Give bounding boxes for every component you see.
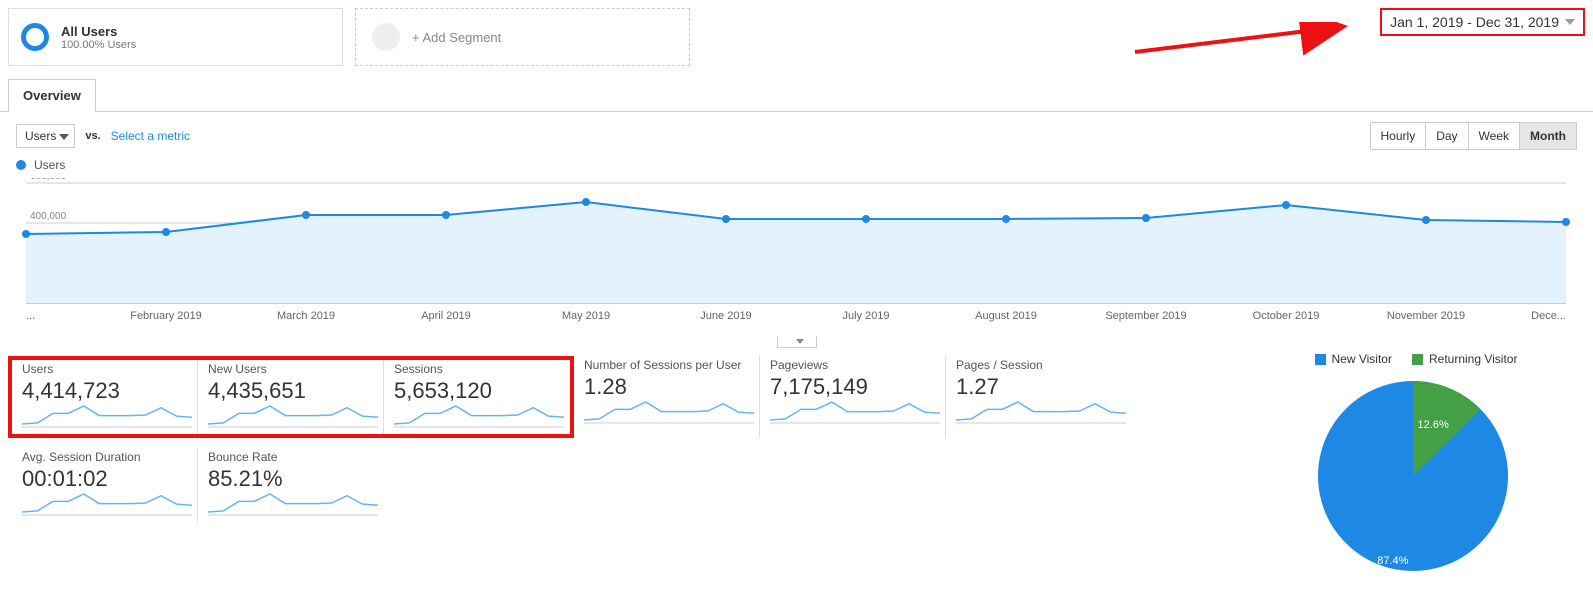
date-range-label: Jan 1, 2019 - Dec 31, 2019	[1390, 14, 1559, 30]
card-label: Users	[22, 362, 187, 378]
svg-text:March 2019: March 2019	[277, 310, 335, 322]
svg-text:12.6%: 12.6%	[1418, 419, 1449, 431]
add-segment-button[interactable]: + Add Segment	[355, 8, 690, 66]
card-value: 1.27	[956, 374, 1122, 400]
svg-text:June 2019: June 2019	[700, 310, 751, 322]
add-segment-label: + Add Segment	[412, 30, 501, 45]
segment-subtitle: 100.00% Users	[61, 39, 136, 51]
tab-overview[interactable]: Overview	[8, 79, 96, 112]
svg-text:July 2019: July 2019	[842, 310, 889, 322]
sparkline	[208, 404, 378, 428]
card-users[interactable]: Users 4,414,723	[12, 360, 198, 434]
vs-label: vs.	[85, 130, 100, 142]
card-new-users[interactable]: New Users 4,435,651	[198, 360, 384, 434]
svg-text:400,000: 400,000	[30, 211, 67, 222]
sparkline	[770, 400, 940, 424]
card-value: 4,414,723	[22, 378, 187, 404]
svg-text:87.4%: 87.4%	[1377, 555, 1408, 567]
users-line-chart[interactable]: 200,000400,000600,000February 2019March …	[16, 178, 1576, 333]
card-label: Pages / Session	[956, 358, 1122, 374]
card-sessions-per-user[interactable]: Number of Sessions per User 1.28	[574, 356, 760, 438]
card-pages-per-session[interactable]: Pages / Session 1.27	[946, 356, 1132, 438]
card-pageviews[interactable]: Pageviews 7,175,149	[760, 356, 946, 438]
card-value: 00:01:02	[22, 466, 187, 492]
svg-text:October 2019: October 2019	[1253, 310, 1320, 322]
card-value: 4,435,651	[208, 378, 373, 404]
tabs: Overview	[0, 78, 1593, 112]
card-label: Pageviews	[770, 358, 935, 374]
placeholder-circle-icon	[372, 23, 400, 51]
card-value: 85.21%	[208, 466, 374, 492]
segment-title: All Users	[61, 24, 136, 39]
segment-all-users[interactable]: All Users 100.00% Users	[8, 8, 343, 66]
sparkline	[584, 400, 754, 424]
sparkline	[208, 492, 378, 516]
svg-text:600,000: 600,000	[30, 178, 67, 182]
sparkline	[956, 400, 1126, 424]
card-label: New Users	[208, 362, 373, 378]
card-bounce-rate[interactable]: Bounce Rate 85.21%	[198, 448, 384, 522]
highlighted-metrics-box: Users 4,414,723 New Users 4,435,651 Sess…	[8, 356, 574, 438]
legend-swatch-new	[1315, 354, 1326, 365]
card-label: Avg. Session Duration	[22, 450, 187, 466]
granularity-month[interactable]: Month	[1519, 123, 1576, 149]
svg-text:May 2019: May 2019	[562, 310, 610, 322]
card-label: Number of Sessions per User	[584, 358, 749, 374]
legend-new-visitor: New Visitor	[1332, 352, 1392, 366]
segment-circle-icon	[21, 23, 49, 51]
primary-metric-dropdown[interactable]: Users	[16, 124, 75, 148]
svg-text:August 2019: August 2019	[975, 310, 1037, 322]
tab-overview-label: Overview	[23, 88, 81, 103]
chevron-down-icon	[1565, 19, 1575, 25]
card-label: Bounce Rate	[208, 450, 374, 466]
card-value: 1.28	[584, 374, 749, 400]
select-metric-link[interactable]: Select a metric	[111, 129, 190, 143]
svg-text:...: ...	[26, 310, 35, 322]
svg-text:September 2019: September 2019	[1105, 310, 1186, 322]
card-value: 7,175,149	[770, 374, 935, 400]
series-dot-icon	[16, 160, 26, 170]
date-range-picker[interactable]: Jan 1, 2019 - Dec 31, 2019	[1380, 8, 1585, 36]
legend-swatch-returning	[1412, 354, 1423, 365]
segment-text: All Users 100.00% Users	[61, 24, 136, 51]
visitor-pie-chart[interactable]: 12.6% 87.4%	[1263, 366, 1563, 576]
granularity-toggle: Hourly Day Week Month	[1370, 122, 1577, 150]
sparkline	[22, 404, 192, 428]
svg-text:February 2019: February 2019	[130, 310, 202, 322]
card-value: 5,653,120	[394, 378, 560, 404]
svg-text:April 2019: April 2019	[421, 310, 471, 322]
pie-legend: New Visitor Returning Visitor	[1263, 352, 1569, 366]
sparkline	[394, 404, 564, 428]
card-sessions[interactable]: Sessions 5,653,120	[384, 360, 570, 434]
card-avg-session-duration[interactable]: Avg. Session Duration 00:01:02	[12, 448, 198, 522]
series-legend-label: Users	[34, 158, 65, 172]
svg-text:November 2019: November 2019	[1387, 310, 1465, 322]
svg-text:Dece...: Dece...	[1531, 310, 1566, 322]
primary-metric-label: Users	[25, 129, 56, 143]
legend-returning-visitor: Returning Visitor	[1429, 352, 1518, 366]
granularity-week[interactable]: Week	[1468, 123, 1519, 149]
chevron-down-icon	[59, 134, 69, 140]
granularity-hourly[interactable]: Hourly	[1371, 123, 1426, 149]
granularity-day[interactable]: Day	[1425, 123, 1467, 149]
collapse-handle[interactable]	[777, 336, 817, 348]
sparkline	[22, 492, 192, 516]
chevron-down-icon	[796, 339, 804, 344]
card-label: Sessions	[394, 362, 560, 378]
